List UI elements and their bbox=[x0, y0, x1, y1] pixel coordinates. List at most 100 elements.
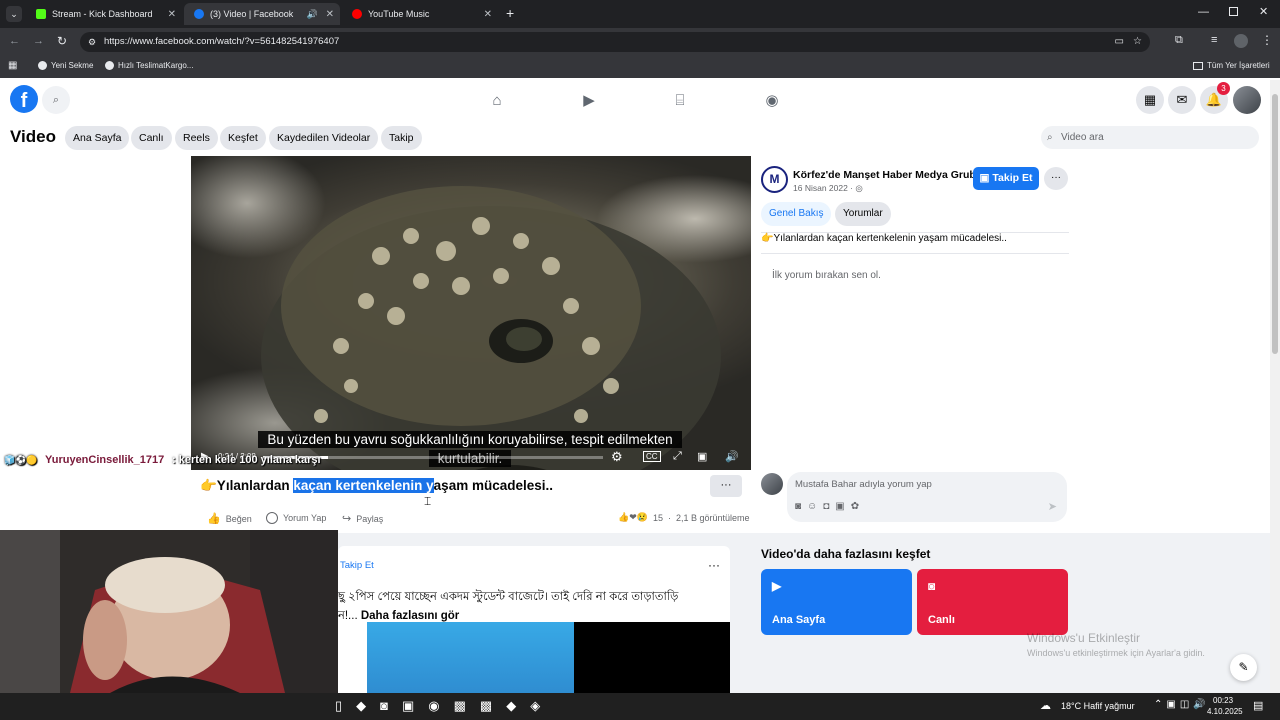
clock-time[interactable]: 00:23 bbox=[1213, 696, 1233, 705]
explore-tile-live[interactable]: ◙ Canlı bbox=[917, 569, 1068, 635]
comment-tool-icons[interactable]: ◙☺◘▣✿ bbox=[795, 501, 865, 512]
globe-icon bbox=[105, 61, 114, 70]
globe-icon: ◎ bbox=[855, 183, 863, 193]
account-avatar[interactable] bbox=[1233, 86, 1261, 114]
feed-post-card: Takip Et ··· ছু ২পিস পেয়ে যাচ্ছেন একদম … bbox=[338, 546, 730, 693]
nav-pill-explore[interactable]: Keşfet bbox=[220, 126, 266, 150]
search-placeholder: Video ara bbox=[1061, 132, 1104, 143]
page-scrollbar[interactable] bbox=[1270, 80, 1280, 693]
comment-input[interactable]: Mustafa Bahar adıyla yorum yap ◙☺◘▣✿ ➤ bbox=[787, 472, 1067, 522]
site-info-icon[interactable]: ⚙ bbox=[88, 32, 96, 52]
page-avatar[interactable]: M bbox=[761, 166, 788, 193]
page-more-button[interactable]: ··· bbox=[1044, 167, 1068, 190]
minimize-icon[interactable]: — bbox=[1198, 6, 1209, 18]
media-control-icon[interactable]: ≡ bbox=[1211, 34, 1217, 46]
search-icon[interactable]: ⌕ bbox=[42, 86, 70, 114]
taskbar-apps[interactable]: ▯◆◙▣◉▩▩◆◈ bbox=[335, 698, 554, 714]
nav-pill-following[interactable]: Takip bbox=[381, 126, 422, 150]
weather-text[interactable]: 18°C Hafif yağmur bbox=[1061, 701, 1135, 711]
fullscreen-icon[interactable]: ⤢ bbox=[673, 450, 682, 463]
chrome-menu-icon[interactable]: ⋮ bbox=[1261, 33, 1273, 47]
restore-icon[interactable] bbox=[1229, 7, 1238, 16]
reactions-summary[interactable]: 👍❤😢 15 · 2,1 B görüntüleme bbox=[618, 512, 750, 523]
messenger-icon[interactable]: ✉ bbox=[1168, 86, 1196, 114]
page-title: Video bbox=[10, 127, 56, 146]
feed-more-icon[interactable]: ··· bbox=[708, 558, 720, 572]
see-more-link[interactable]: Daha fazlasını gör bbox=[361, 610, 459, 622]
bookmark-star-icon[interactable]: ☆ bbox=[1133, 32, 1142, 52]
close-window-icon[interactable]: ✕ bbox=[1259, 5, 1268, 18]
gaming-icon[interactable]: ◉ bbox=[760, 88, 784, 112]
comment-button[interactable]: Yorum Yap bbox=[266, 512, 326, 524]
tab-overview[interactable]: Genel Bakış bbox=[761, 202, 832, 226]
video-icon: ▶ bbox=[772, 579, 782, 593]
tab-kick[interactable]: Stream - Kick Dashboard ✕ bbox=[26, 3, 182, 25]
bookmark-cargo[interactable]: Hızlı TeslimatKargo... bbox=[105, 61, 193, 70]
chat-username: YuruyenCinsellik_1717 bbox=[45, 454, 165, 466]
comment-bubble-icon bbox=[266, 512, 278, 524]
miniplayer-icon[interactable]: ▣ bbox=[697, 450, 707, 463]
facebook-logo[interactable]: f bbox=[10, 85, 38, 113]
new-tab-icon[interactable]: + bbox=[506, 5, 514, 21]
clock-date[interactable]: 4.10.2025 bbox=[1207, 707, 1243, 716]
feed-video-thumbnail[interactable] bbox=[367, 622, 574, 693]
page-name[interactable]: Körfez'de Manşet Haber Medya Grubu bbox=[793, 169, 982, 181]
close-tab-icon[interactable]: ✕ bbox=[484, 9, 492, 20]
feed-text-line-1: ছু ২পিস পেয়ে যাচ্ছেন একদম স্টুডেন্ট বাজ… bbox=[338, 591, 679, 603]
tab-comments[interactable]: Yorumlar bbox=[835, 202, 891, 226]
tab-youtube-music[interactable]: YouTube Music ✕ bbox=[342, 3, 498, 25]
tab-facebook[interactable]: (3) Video | Facebook 🔊 ✕ bbox=[184, 3, 340, 25]
nav-pill-saved[interactable]: Kaydedilen Videolar bbox=[269, 126, 379, 150]
forward-icon[interactable]: → bbox=[33, 35, 44, 47]
video-search-input[interactable]: ⌕ Video ara bbox=[1041, 126, 1259, 149]
streamer-camera-image bbox=[0, 530, 338, 693]
post-date: 16 Nisan 2022 · ◎ bbox=[793, 183, 863, 194]
share-button[interactable]: ↪ Paylaş bbox=[342, 512, 383, 525]
url-bar[interactable]: ⚙ https://www.facebook.com/watch/?v=5614… bbox=[80, 32, 1150, 52]
windows-taskbar: ▯◆◙▣◉▩▩◆◈ ☁ 18°C Hafif yağmur ⌃▣◫🔊 00:23… bbox=[0, 693, 1280, 720]
subtitle-line-1: Bu yüzden bu yavru soğukkanlılığını koru… bbox=[258, 431, 682, 448]
explore-tile-home[interactable]: ▶ Ana Sayfa bbox=[761, 569, 912, 635]
feed-follow-link[interactable]: Takip Et bbox=[340, 560, 374, 571]
activation-watermark-subtitle: Windows'u etkinleştirmek için Ayarlar'a … bbox=[1027, 648, 1205, 658]
apps-grid-icon[interactable]: ▦ bbox=[8, 60, 17, 71]
browser-toolbar: ← → ↻ ⚙ https://www.facebook.com/watch/?… bbox=[0, 28, 1280, 56]
tile-label: Canlı bbox=[928, 614, 955, 626]
post-more-button[interactable]: ··· bbox=[710, 475, 742, 497]
nav-pill-reels[interactable]: Reels bbox=[175, 126, 218, 150]
profile-avatar[interactable] bbox=[1234, 34, 1248, 48]
marketplace-icon[interactable]: ⌸ bbox=[668, 88, 692, 112]
video-player[interactable] bbox=[191, 156, 751, 470]
settings-gear-icon[interactable]: ⚙ bbox=[611, 449, 623, 465]
speaker-icon[interactable]: 🔊 bbox=[307, 9, 318, 20]
like-button[interactable]: 👍 Beğen bbox=[207, 512, 252, 525]
all-bookmarks[interactable]: Tüm Yer İşaretleri bbox=[1193, 61, 1270, 70]
video-nav-icon[interactable]: ▶ bbox=[577, 88, 601, 112]
cast-icon[interactable]: ▭ bbox=[1115, 32, 1124, 52]
notification-center-icon[interactable]: ▤ bbox=[1253, 699, 1263, 712]
bookmark-new-tab[interactable]: Yeni Sekme bbox=[38, 61, 93, 70]
system-tray-icons[interactable]: ⌃▣◫🔊 bbox=[1154, 699, 1210, 710]
send-icon[interactable]: ➤ bbox=[1048, 500, 1057, 513]
extensions-icon[interactable]: ⧉ bbox=[1175, 34, 1183, 47]
menu-grid-icon[interactable]: ▦ bbox=[1136, 86, 1164, 114]
nav-pill-live[interactable]: Canlı bbox=[131, 126, 172, 150]
close-tab-icon[interactable]: ✕ bbox=[168, 9, 176, 20]
reload-icon[interactable]: ↻ bbox=[57, 34, 67, 48]
nav-pill-home[interactable]: Ana Sayfa bbox=[65, 126, 130, 150]
bookmarks-bar: ▦ Yeni Sekme Hızlı TeslimatKargo... Tüm … bbox=[0, 56, 1280, 78]
new-message-button[interactable]: ✎ bbox=[1230, 654, 1257, 681]
reactions-count: 15 bbox=[652, 512, 663, 523]
close-tab-icon[interactable]: ✕ bbox=[326, 9, 334, 20]
captions-icon[interactable]: CC bbox=[643, 451, 661, 462]
views-count: 2,1 B görüntüleme bbox=[675, 512, 750, 523]
tab-title: Stream - Kick Dashboard bbox=[52, 9, 153, 19]
stream-chat-overlay: 🧊⚽🟡 YuruyenCinsellik_1717 : kerten kele … bbox=[0, 453, 340, 471]
tab-search-button[interactable]: ⌄ bbox=[6, 6, 22, 22]
home-icon[interactable]: ⌂ bbox=[485, 88, 509, 112]
back-icon[interactable]: ← bbox=[9, 35, 20, 47]
volume-icon[interactable]: 🔊 bbox=[725, 450, 739, 463]
scrollbar-thumb[interactable] bbox=[1272, 94, 1278, 354]
thumbs-up-icon: 👍 bbox=[207, 513, 221, 525]
follow-button[interactable]: ▣ Takip Et bbox=[973, 167, 1039, 190]
